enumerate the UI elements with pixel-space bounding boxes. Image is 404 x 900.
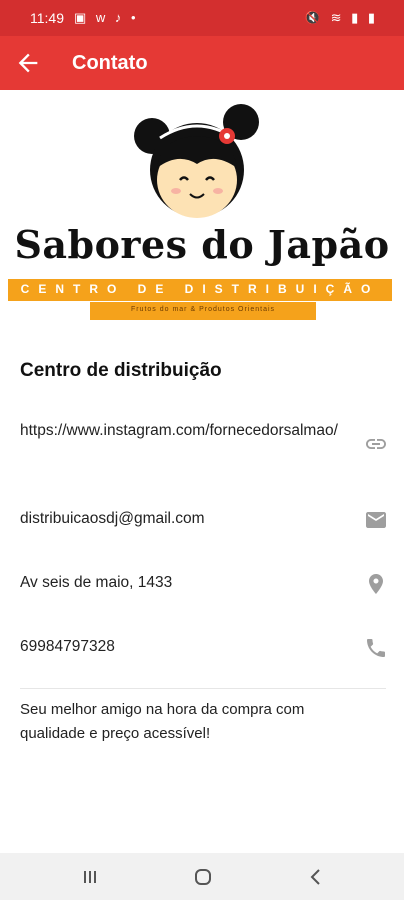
back-icon[interactable] <box>304 865 328 889</box>
brand-subtitle-band: Frutos do mar & Produtos Orientais <box>90 302 316 320</box>
status-time: 11:49 <box>30 10 64 26</box>
phone-text[interactable]: 69984797328 <box>20 636 345 658</box>
address-text[interactable]: Av seis de maio, 1433 <box>20 572 345 594</box>
page-title: Contato <box>72 52 148 74</box>
app-bar: Contato <box>0 36 404 90</box>
back-arrow-icon[interactable] <box>14 49 42 77</box>
recent-apps-icon[interactable] <box>78 865 102 889</box>
system-status-icons: 🔇 ≋ ▮ ▮ <box>304 10 378 25</box>
section-title: Centro de distribuição <box>20 360 222 381</box>
phone-icon[interactable] <box>364 636 388 660</box>
email-text[interactable]: distribuicaosdj@gmail.com <box>20 508 345 530</box>
mascot-girl-icon <box>134 104 259 218</box>
brand-name: Sabores do Japão <box>14 222 390 267</box>
home-icon[interactable] <box>191 865 215 889</box>
notification-icons: ▣ ᴡ ♪ • <box>74 10 139 25</box>
system-navigation-bar <box>0 853 404 900</box>
status-bar: 11:49 ▣ ᴡ ♪ • 🔇 ≋ ▮ ▮ <box>0 0 404 36</box>
link-icon[interactable] <box>364 432 388 456</box>
brand-banner-text: CENTRO DE DISTRIBUIÇÃO <box>20 282 380 296</box>
instagram-link-text[interactable]: https://www.instagram.com/fornecedorsalm… <box>20 420 345 442</box>
description-text: Seu melhor amigo na hora da compra com q… <box>20 701 305 742</box>
divider <box>20 688 386 689</box>
brand-subtitle: Frutos do mar & Produtos Orientais <box>130 306 276 313</box>
brand-banner: CENTRO DE DISTRIBUIÇÃO <box>8 279 392 301</box>
email-icon[interactable] <box>364 508 388 532</box>
location-icon[interactable] <box>364 572 388 596</box>
